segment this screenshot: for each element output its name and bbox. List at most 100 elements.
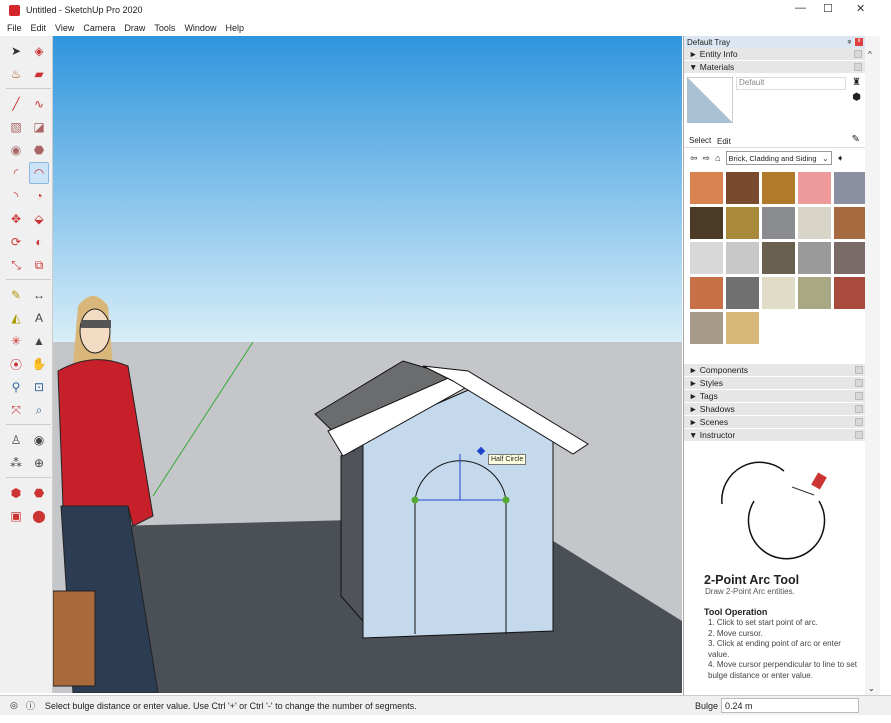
material-swatch[interactable] [726, 172, 759, 204]
panel-styles[interactable]: ► Styles [684, 377, 866, 390]
zoom-window-tool-button[interactable]: ⊡ [29, 376, 49, 398]
material-name-field[interactable]: Default [736, 77, 846, 90]
panel-close-icon[interactable] [855, 418, 863, 426]
menu-camera[interactable]: Camera [83, 23, 115, 33]
panel-instructor[interactable]: ▼ Instructor [684, 429, 866, 442]
select-tool-button[interactable]: ➤ [6, 40, 26, 62]
menu-help[interactable]: Help [225, 23, 244, 33]
panel-shadows[interactable]: ► Shadows [684, 403, 866, 416]
material-swatch[interactable] [798, 207, 831, 239]
zoom-tool-button[interactable]: ⚲ [6, 376, 26, 398]
menu-edit[interactable]: Edit [31, 23, 47, 33]
layout-tool-button[interactable]: ▣ [6, 505, 26, 527]
menu-file[interactable]: File [7, 23, 22, 33]
menu-draw[interactable]: Draw [124, 23, 145, 33]
arc-tool-button[interactable]: ◜ [6, 162, 26, 184]
material-swatch[interactable] [726, 207, 759, 239]
rectangle-tool-button[interactable]: ▧ [6, 116, 26, 138]
protractor-tool-button[interactable]: ◭ [6, 307, 26, 329]
details-arrow-icon[interactable]: ➧ [837, 153, 845, 164]
menu-window[interactable]: Window [184, 23, 216, 33]
extension-warehouse-tool-button[interactable]: ⬣ [29, 482, 49, 504]
push-pull-tool-button[interactable]: ⬙ [29, 208, 49, 230]
sample-paint-icon[interactable]: ⬢ [852, 92, 861, 103]
axes-tool-button[interactable]: ✳ [6, 330, 26, 352]
panel-close-icon[interactable] [855, 379, 863, 387]
tab-select[interactable]: Select [689, 136, 711, 145]
panel-tags[interactable]: ► Tags [684, 390, 866, 403]
panel-close-icon[interactable] [855, 405, 863, 413]
rotate-tool-button[interactable]: ⟳ [6, 231, 26, 253]
material-swatch[interactable] [834, 277, 867, 309]
material-swatch[interactable] [726, 277, 759, 309]
tray-scrollbar[interactable]: ^ ⌄ [865, 36, 880, 695]
look-around-tool-button[interactable]: ◉ [29, 429, 49, 451]
tab-edit[interactable]: Edit [717, 137, 731, 146]
material-swatch[interactable] [726, 242, 759, 274]
previous-tool-button[interactable]: ⌕ [29, 399, 49, 421]
model-viewport[interactable]: Half Circle [53, 36, 682, 693]
material-swatch[interactable] [798, 172, 831, 204]
panel-entity-info[interactable]: ► Entity Info [684, 48, 865, 61]
material-swatch[interactable] [690, 242, 723, 274]
material-swatch[interactable] [762, 242, 795, 274]
material-swatch[interactable] [726, 312, 759, 344]
walk-tool-button[interactable]: ⁂ [6, 452, 26, 474]
zoom-extents-tool-button[interactable]: ⤧ [6, 399, 26, 421]
text-tool-button[interactable]: A [29, 307, 49, 329]
section-plane-tool-button[interactable]: ⊕ [29, 452, 49, 474]
material-swatch[interactable] [690, 277, 723, 309]
material-swatch[interactable] [834, 207, 867, 239]
material-swatch[interactable] [834, 242, 867, 274]
orbit-tool-button[interactable]: ⦿ [6, 353, 26, 375]
create-material-icon[interactable]: ♜ [852, 77, 861, 88]
sample-paint-eyedropper-icon[interactable]: ✎ [852, 134, 860, 145]
minimize-button[interactable]: — [795, 2, 806, 14]
close-button[interactable]: ✕ [856, 2, 865, 15]
material-swatch[interactable] [798, 277, 831, 309]
menu-view[interactable]: View [55, 23, 74, 33]
info-icon[interactable]: ⓘ [26, 699, 35, 712]
eraser-tool-button[interactable]: ▰ [29, 63, 49, 85]
material-swatch[interactable] [762, 277, 795, 309]
menu-tools[interactable]: Tools [154, 23, 175, 33]
pin-icon[interactable]: ᵠ [847, 38, 851, 47]
material-swatch[interactable] [834, 172, 867, 204]
forward-icon[interactable]: ⇨ [703, 153, 711, 164]
panel-scenes[interactable]: ► Scenes [684, 416, 866, 429]
extension-manager-tool-button[interactable]: ⬤ [29, 505, 49, 527]
rotated-rectangle-tool-button[interactable]: ◪ [29, 116, 49, 138]
circle-tool-button[interactable]: ◉ [6, 139, 26, 161]
tray-close-button[interactable]: x [855, 38, 863, 46]
material-swatch[interactable] [690, 312, 723, 344]
3d-text-tool-button[interactable]: ▲ [29, 330, 49, 352]
paint-bucket-tool-button[interactable]: ♨ [6, 63, 26, 85]
home-icon[interactable]: ⌂ [715, 153, 720, 163]
freehand-tool-button[interactable]: ∿ [29, 93, 49, 115]
pie-tool-button[interactable]: ◔ [29, 185, 49, 207]
warehouse-tool-button[interactable]: ⬢ [6, 482, 26, 504]
panel-components[interactable]: ► Components [684, 364, 866, 377]
move-tool-button[interactable]: ✥ [6, 208, 26, 230]
back-icon[interactable]: ⇦ [690, 153, 698, 164]
2-point-arc-tool-button[interactable]: ◠ [29, 162, 49, 184]
material-swatch[interactable] [798, 242, 831, 274]
scale-tool-button[interactable]: ⤡ [6, 254, 26, 276]
material-swatch[interactable] [690, 172, 723, 204]
dimension-tool-button[interactable]: ↔ [29, 284, 49, 306]
material-swatch[interactable] [762, 172, 795, 204]
make-component-tool-button[interactable]: ◈ [29, 40, 49, 62]
panel-materials[interactable]: ▼ Materials [684, 61, 865, 74]
line-tool-button[interactable]: ╱ [6, 93, 26, 115]
3-point-arc-tool-button[interactable]: ◝ [6, 185, 26, 207]
panel-close-icon[interactable] [855, 366, 863, 374]
maximize-button[interactable]: ☐ [823, 2, 833, 15]
vcb-input[interactable]: 0.24 m [721, 698, 859, 713]
polygon-tool-button[interactable]: ⬣ [29, 139, 49, 161]
tape-measure-tool-button[interactable]: ✎ [6, 284, 26, 306]
material-swatch[interactable] [762, 207, 795, 239]
geolocation-icon[interactable]: ◎ [10, 700, 18, 711]
pan-tool-button[interactable]: ✋ [29, 353, 49, 375]
panel-close-icon[interactable] [855, 392, 863, 400]
position-camera-tool-button[interactable]: ♙ [6, 429, 26, 451]
